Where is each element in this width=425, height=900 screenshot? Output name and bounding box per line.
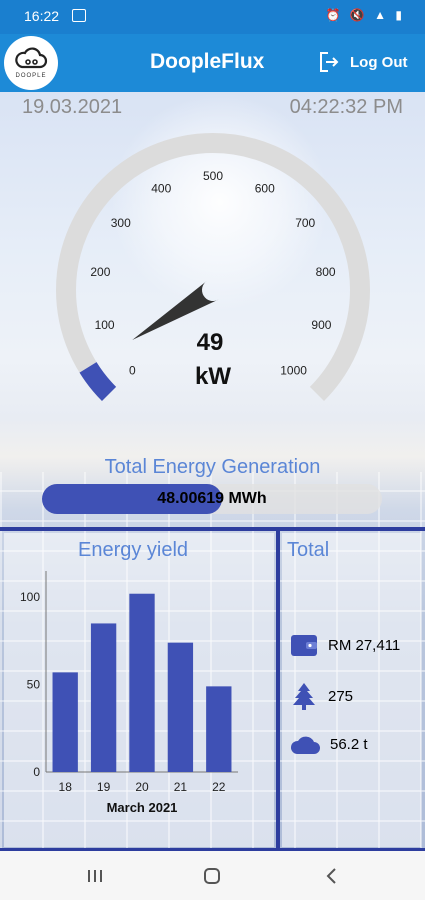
gauge-tick-label: 200 (90, 265, 110, 279)
energy-yield-card: Energy yield 0 50 100 18 19 20 21 22 March 2021 (4, 533, 274, 847)
yield-bar (52, 672, 78, 772)
gauge-fill (79, 361, 117, 402)
x-tick-label: 22 (212, 780, 226, 794)
energy-yield-title: Energy yield (78, 539, 189, 561)
app-bar: DOOPLE DoopleFlux Log Out (0, 34, 425, 92)
status-time: 16:22 (24, 8, 60, 24)
card-divider (276, 531, 280, 849)
app-title: DoopleFlux (150, 50, 265, 73)
gauge-tick-label: 400 (151, 181, 171, 195)
section-divider (0, 527, 425, 531)
x-tick-label: 19 (97, 780, 111, 794)
y-tick-label: 100 (20, 590, 40, 604)
cloud-logo-icon (15, 47, 48, 69)
power-gauge: 0 100 200 300 400 500 600 700 800 900 1000 49 kW (56, 133, 370, 402)
total-savings-row: RM 27,411 (290, 632, 400, 658)
yield-bar (206, 686, 232, 772)
x-axis-label: March 2021 (107, 800, 178, 815)
x-tick-label: 20 (135, 780, 149, 794)
logout-label: Log Out (350, 53, 408, 71)
logout-icon (320, 52, 339, 72)
wallet-icon (291, 635, 317, 656)
recent-apps-icon (88, 870, 102, 882)
back-button[interactable] (317, 863, 347, 889)
total-co2-row: 56.2 t (290, 732, 368, 756)
home-icon (204, 868, 220, 884)
tree-icon (293, 683, 315, 710)
gauge-tick-label: 0 (129, 364, 136, 378)
y-tick-label: 50 (27, 678, 41, 692)
gauge-unit: kW (195, 363, 231, 390)
gauge-value: 49 (197, 329, 224, 356)
y-tick-label: 0 (33, 765, 40, 779)
total-generation-title: Total Energy Generation (104, 456, 321, 478)
system-nav-bar (0, 851, 425, 900)
home-button[interactable] (197, 863, 227, 889)
gauge-tick-label: 500 (203, 169, 223, 183)
total-savings-value: RM 27,411 (328, 636, 401, 654)
cloud-icon (290, 736, 320, 754)
logo-text: DOOPLE (15, 73, 47, 79)
yield-bar (129, 593, 155, 772)
gauge-tick-label: 800 (316, 265, 336, 279)
app-logo: DOOPLE (4, 36, 58, 90)
x-tick-label: 18 (59, 780, 73, 794)
logout-button[interactable]: Log Out (318, 48, 418, 76)
generation-value: 48.00619 MWh (157, 490, 267, 507)
yield-bar (90, 623, 117, 772)
gauge-tick-label: 300 (111, 216, 131, 230)
gauge-tick-label: 1000 (280, 364, 307, 378)
gauge-tick-label: 100 (95, 318, 115, 332)
generation-progress-bar: 48.00619 MWh (42, 484, 382, 514)
status-icons: ⏰ 🔇 ▲ ▮ (325, 8, 405, 22)
energy-yield-chart: 0 50 100 18 19 20 21 22 March 2021 (20, 571, 238, 815)
recent-apps-button[interactable] (80, 863, 110, 889)
gauge-tick-label: 900 (311, 318, 331, 332)
total-co2-value: 56.2 t (330, 735, 368, 753)
back-icon (326, 868, 336, 884)
total-trees-row: 275 (290, 682, 353, 710)
total-title: Total (287, 539, 330, 561)
image-notification-icon (72, 9, 86, 22)
gauge-tick-label: 700 (295, 216, 315, 230)
status-bar: 16:22 ⏰ 🔇 ▲ ▮ (0, 0, 425, 34)
gauge-tick-label: 600 (255, 181, 275, 195)
x-tick-label: 21 (174, 780, 188, 794)
yield-bar (167, 642, 194, 772)
total-trees-value: 275 (328, 687, 354, 705)
